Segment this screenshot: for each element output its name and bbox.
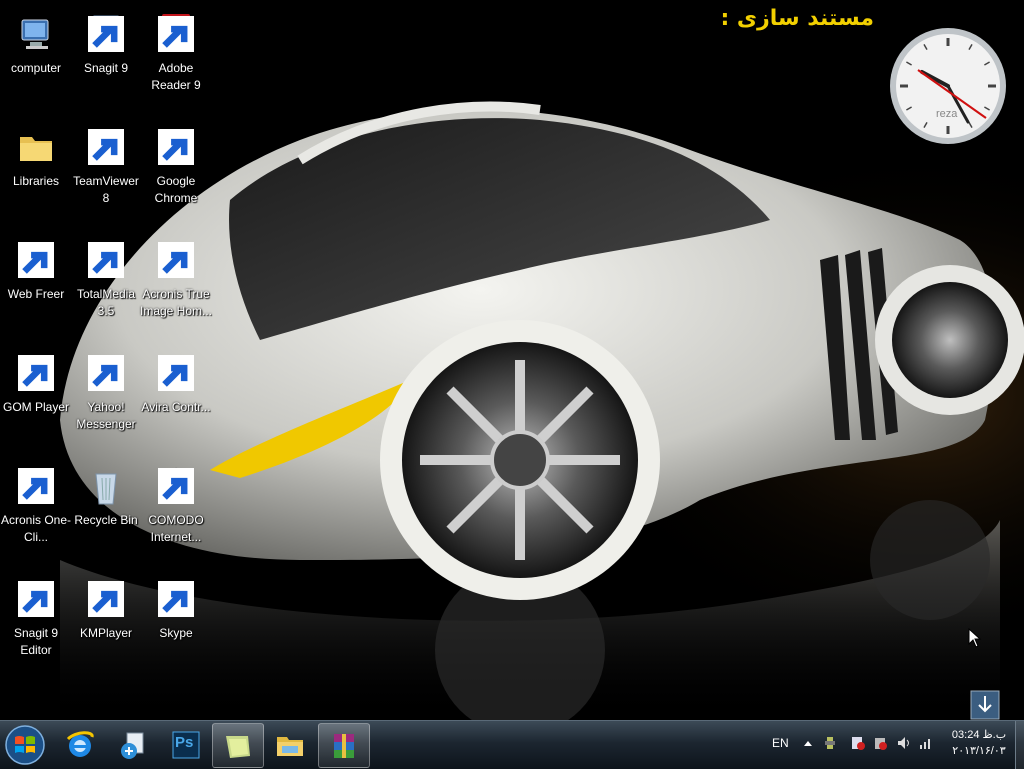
download-icon[interactable]: [970, 690, 1000, 720]
icon-label: Recycle Bin: [74, 513, 138, 527]
comodo-icon: [158, 466, 194, 506]
taskbar-internet-explorer[interactable]: [55, 723, 105, 766]
desktop-icon-teamviewer[interactable]: TeamViewer 8: [70, 119, 142, 225]
snagit-editor-icon: [18, 579, 54, 619]
desktop-icon-acronis-true-image[interactable]: Acronis True Image Hom...: [140, 232, 212, 338]
desktop-icon-gom-player[interactable]: GOM Player: [0, 345, 72, 451]
tray-app-icon[interactable]: [822, 735, 838, 751]
volume-icon[interactable]: [896, 735, 912, 751]
desktop-icon-chrome[interactable]: Google Chrome: [140, 119, 212, 225]
totalmedia-icon: [88, 240, 124, 280]
libraries-icon: [18, 127, 54, 167]
desktop-icon-skype[interactable]: Skype: [140, 571, 212, 677]
document-title: مستند سازی :: [720, 6, 874, 31]
icon-label: Snagit 9 Editor: [13, 626, 59, 657]
skype-icon: [158, 579, 194, 619]
network-signal-icon[interactable]: [918, 735, 934, 751]
icon-label: KMPlayer: [79, 626, 132, 640]
web-freer-icon: [18, 240, 54, 280]
icon-label: GOM Player: [2, 400, 69, 414]
winrar-icon: [334, 733, 354, 758]
icon-label: Snagit 9: [83, 61, 129, 75]
icon-label: Adobe Reader 9: [151, 61, 201, 92]
taskbar-winrar[interactable]: [318, 723, 370, 768]
icon-label: computer: [10, 61, 62, 75]
desktop-icon-snagit-editor[interactable]: Snagit 9 Editor: [0, 571, 72, 677]
security-alert-icon[interactable]: [850, 735, 866, 751]
acronis-oneclick-icon: [18, 466, 54, 506]
icon-label: Acronis One-Cli...: [0, 513, 72, 544]
desktop-icon-yahoo-messenger[interactable]: Yahoo! Messenger: [70, 345, 142, 451]
clock-date: ۲۰۱۳/۱۶/۰۳: [952, 745, 1006, 757]
desktop-icon-libraries[interactable]: Libraries: [0, 119, 72, 225]
system-clock[interactable]: 03:24 ب.ظ ۲۰۱۳/۱۶/۰۳: [946, 727, 1012, 759]
windows-explorer-icon: [277, 736, 303, 756]
gom-player-icon: [18, 353, 54, 393]
icon-label: Acronis True Image Hom...: [139, 287, 213, 318]
desktop[interactable]: مستند سازی : reza computer Snagit 9 Adob…: [0, 0, 1024, 720]
avira-icon: [158, 353, 194, 393]
icon-label: COMODO Internet...: [148, 513, 204, 544]
desktop-icon-computer[interactable]: computer: [0, 6, 72, 112]
recycle-bin-icon: [88, 466, 124, 506]
internet-explorer-icon: [66, 730, 94, 757]
photoshop-label: Ps: [175, 734, 194, 751]
desktop-icon-acronis-oneclick[interactable]: Acronis One-Cli...: [0, 458, 72, 564]
icon-label: Libraries: [12, 174, 60, 188]
taskbar-sticky-notes[interactable]: [212, 723, 264, 768]
show-hidden-icons-icon[interactable]: [800, 735, 816, 751]
clock-time: 03:24 ب.ظ: [951, 729, 1007, 741]
sticky-notes-icon: [226, 735, 250, 758]
icon-label: Google Chrome: [154, 174, 198, 205]
computer-icon: [18, 14, 54, 54]
power-battery-icon[interactable]: [872, 735, 888, 751]
icon-label: Yahoo! Messenger: [76, 400, 136, 431]
icon-label: Avira Contr...: [141, 400, 211, 414]
clock-face: [890, 28, 1006, 144]
language-indicator[interactable]: EN: [772, 736, 789, 750]
taskbar-photoshop[interactable]: Ps: [161, 723, 211, 766]
desktop-icon-kmplayer[interactable]: KMPlayer: [70, 571, 142, 677]
snagit-icon: [88, 14, 124, 54]
kmplayer-icon: [88, 579, 124, 619]
network-connection-icon: [121, 732, 144, 759]
chrome-icon: [158, 127, 194, 167]
icon-label: Web Freer: [7, 287, 65, 301]
acronis-true-image-icon: [158, 240, 194, 280]
icon-label: TotalMedia 3.5: [76, 287, 136, 318]
taskbar[interactable]: Ps EN 03:24 ب.ظ ۲۰۱۳/۱۶/۰۳: [0, 720, 1024, 769]
teamviewer-icon: [88, 127, 124, 167]
clock-gadget[interactable]: reza: [888, 10, 1008, 166]
desktop-icon-adobe-reader[interactable]: Adobe Reader 9: [140, 6, 212, 112]
adobe-reader-icon: [158, 14, 194, 54]
desktop-icon-snagit[interactable]: Snagit 9: [70, 6, 142, 112]
taskbar-network-connection[interactable]: [108, 723, 158, 766]
desktop-icon-web-freer[interactable]: Web Freer: [0, 232, 72, 338]
icon-label: Skype: [159, 626, 193, 640]
desktop-icon-recycle-bin[interactable]: Recycle Bin: [70, 458, 142, 564]
yahoo-messenger-icon: [88, 353, 124, 393]
start-button[interactable]: [4, 724, 46, 766]
show-desktop-button[interactable]: [1015, 721, 1024, 769]
taskbar-windows-explorer[interactable]: [265, 723, 315, 766]
desktop-icon-avira[interactable]: Avira Contr...: [140, 345, 212, 451]
icon-label: TeamViewer 8: [73, 174, 139, 205]
mouse-cursor-icon: [968, 628, 982, 648]
desktop-icon-totalmedia[interactable]: TotalMedia 3.5: [70, 232, 142, 338]
desktop-icon-comodo[interactable]: COMODO Internet...: [140, 458, 212, 564]
clock-brand: reza: [936, 108, 958, 120]
